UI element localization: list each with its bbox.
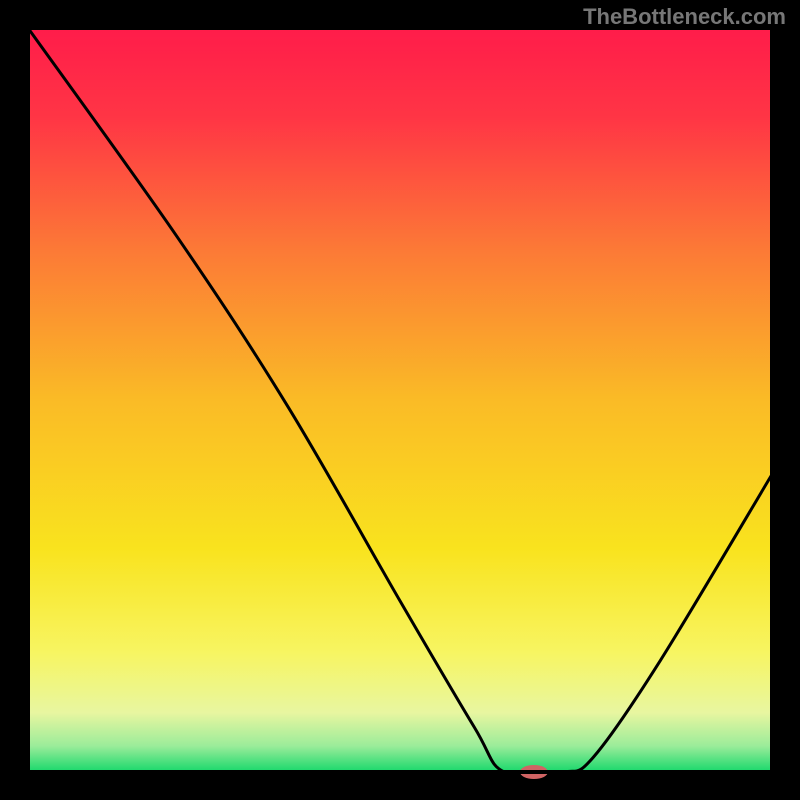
chart-container: TheBottleneck.com: [0, 0, 800, 800]
watermark-text: TheBottleneck.com: [583, 4, 786, 30]
bottleneck-chart: [0, 0, 800, 800]
